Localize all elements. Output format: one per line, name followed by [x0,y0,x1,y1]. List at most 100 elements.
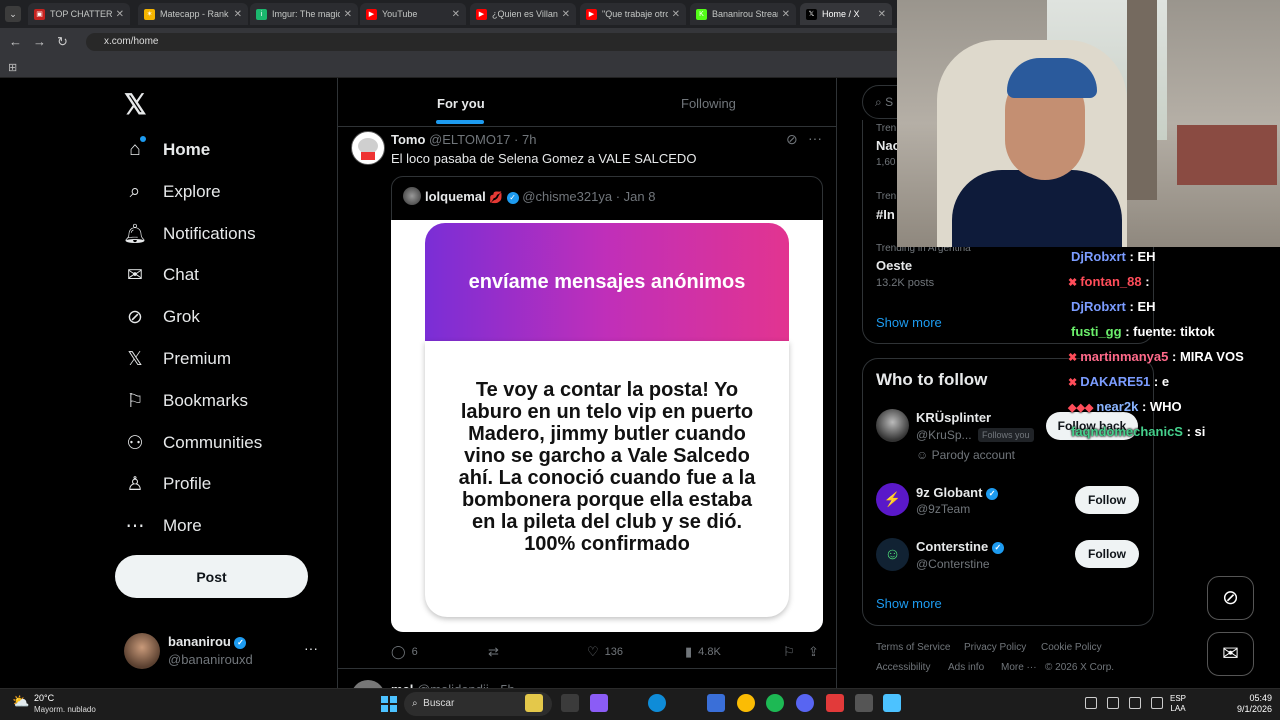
wifi-icon[interactable] [1085,697,1097,709]
tab-close-icon[interactable]: ✕ [452,9,460,20]
trend-name[interactable]: Oeste [876,258,912,273]
browser-tab[interactable]: 𝕏 Home / X ✕ [800,3,892,25]
footer-link[interactable]: Ads info [948,662,984,673]
follow-suggestion-avatar[interactable]: ☺ [876,538,909,571]
weather-desc[interactable]: Mayorm. nublado [34,705,96,714]
footer-link[interactable]: Terms of Service [876,642,950,653]
bookmark-button[interactable]: ⚐ [783,644,801,660]
copilot-icon[interactable] [590,694,608,712]
trends-show-more-link[interactable]: Show more [876,315,942,330]
tweet-avatar[interactable] [351,131,385,165]
battery-icon[interactable] [1129,697,1141,709]
notepad-icon[interactable] [883,694,901,712]
who-to-follow-show-more-link[interactable]: Show more [876,596,942,611]
grok-floating-button[interactable]: ⊘ [1207,576,1254,620]
views-button[interactable]: ▮ 4.8K [685,644,721,660]
tab-close-icon[interactable]: ✕ [116,9,124,20]
sidebar-item-home[interactable]: ⌂ Home [122,133,210,167]
browser-tab[interactable]: i Imgur: The magic ✕ [250,3,358,25]
forward-icon[interactable]: → [33,34,46,49]
image-message-box: Te voy a contar la posta! Yo laburo en u… [425,341,789,617]
browser-tab[interactable]: ▶ "Que trabaje otro ✕ [580,3,686,25]
media-icon[interactable] [826,694,844,712]
tab-close-icon[interactable]: ✕ [782,9,790,20]
sidebar-item-premium[interactable]: 𝕏 Premium [122,342,231,376]
tab-list-menu-button[interactable]: ⌄ [5,6,21,22]
sidebar-item-profile[interactable]: ♙ Profile [122,467,211,501]
grok-tweet-icon[interactable]: ⊘ [786,131,798,148]
mail-icon[interactable] [707,694,725,712]
x-logo-icon[interactable]: 𝕏 [124,88,147,121]
browser-tab[interactable]: ▣ TOP CHATTERS G ✕ [28,3,130,25]
reply-button[interactable]: ◯ 6 [391,644,418,660]
sidebar-item-more[interactable]: ⋯ More [122,509,202,543]
tweet-author[interactable]: Tomo [391,132,425,147]
quote-author: lolquemal [425,189,486,204]
settings-icon[interactable] [855,694,873,712]
tab-for-you[interactable]: For you [437,96,485,111]
chat-text: : e [1153,374,1170,389]
spotify-icon[interactable] [766,694,784,712]
messages-floating-button[interactable]: ✉ [1207,632,1254,676]
follow-suggestion-name[interactable]: 9z Globant [916,485,982,500]
more-circle-icon: ⋯ [125,515,145,537]
weather-temp[interactable]: 20°C [34,693,54,703]
follow-suggestion-name[interactable]: Conterstine [916,539,988,554]
apps-grid-icon[interactable]: ⊞ [8,61,17,74]
chrome-icon[interactable] [737,694,755,712]
tweet-time[interactable]: · 7h [514,132,536,147]
browser-tab[interactable]: ▶ YouTube ✕ [360,3,466,25]
footer-link[interactable]: Accessibility [876,662,930,673]
sidebar-item-bookmarks[interactable]: ⚐ Bookmarks [122,384,248,418]
notification-dot [140,136,146,142]
weather-icon[interactable]: ⛅ [12,693,29,710]
tab-close-icon[interactable]: ✕ [672,9,680,20]
footer-link[interactable]: Privacy Policy [964,642,1026,653]
reload-icon[interactable]: ↻ [57,34,68,50]
notification-icon[interactable] [1151,697,1163,709]
back-icon[interactable]: ← [9,34,22,49]
tab-close-icon[interactable]: ✕ [878,9,886,20]
edge-icon[interactable] [648,694,666,712]
tab-close-icon[interactable]: ✕ [234,9,242,20]
follow-suggestion-avatar[interactable]: ⚡ [876,483,909,516]
tweet-handle[interactable]: @ELTOMO17 [429,132,510,147]
discord-icon[interactable] [796,694,814,712]
account-menu-icon[interactable]: ··· [304,640,318,656]
language-indicator[interactable]: ESP LAA [1170,694,1186,714]
follow-button[interactable]: Follow [1075,540,1139,568]
sidebar-item-chat[interactable]: ✉ Chat [122,258,199,292]
follow-suggestion-handle: @KruSp... [916,428,972,442]
browser-tab[interactable]: ▶ ¿Quien es Villana ✕ [470,3,576,25]
browser-tab[interactable]: K Bananirou Stream ✕ [690,3,796,25]
clock[interactable]: 05:49 9/1/2026 [1228,693,1272,715]
tab-close-icon[interactable]: ✕ [344,9,352,20]
tab-title: "Que trabaje otro [602,9,668,19]
follow-suggestion-avatar[interactable] [876,409,909,442]
footer-link[interactable]: © 2026 X Corp. [1045,662,1114,673]
share-button[interactable]: ⇪ [808,644,825,660]
file-explorer-icon[interactable] [525,694,543,712]
tab-close-icon[interactable]: ✕ [562,9,570,20]
footer-link[interactable]: Cookie Policy [1041,642,1102,653]
sidebar-item-grok[interactable]: ⊘ Grok [122,300,200,334]
task-view-icon[interactable] [561,694,579,712]
browser-tab[interactable]: ✶ Matecapp - Rank ✕ [138,3,248,25]
account-switcher[interactable]: bananirou ✓ @bananirouxd ··· [122,630,327,674]
like-button[interactable]: ♡ 136 [587,644,623,660]
quote-image[interactable]: envíame mensajes anónimos Te voy a conta… [391,220,823,632]
volume-icon[interactable] [1107,697,1119,709]
sidebar-item-explore[interactable]: ⌕ Explore [122,175,221,209]
tab-following[interactable]: Following [681,96,736,111]
footer-link[interactable]: More ··· [1001,662,1037,673]
windows-start-icon[interactable] [381,696,397,712]
tab-favicon-icon: ▶ [586,8,597,20]
sidebar-item-notifications[interactable]: 🔔︎ Notifications [122,217,256,251]
follow-suggestion-name[interactable]: KRÜsplinter [916,410,991,425]
trend-name[interactable]: #In [876,207,895,222]
sidebar-item-communities[interactable]: ⚇ Communities [122,426,262,460]
post-button[interactable]: Post [115,555,308,598]
tweet-more-icon[interactable]: ··· [808,130,822,146]
follow-button[interactable]: Follow [1075,486,1139,514]
repost-button[interactable]: ⇄ [488,644,505,660]
